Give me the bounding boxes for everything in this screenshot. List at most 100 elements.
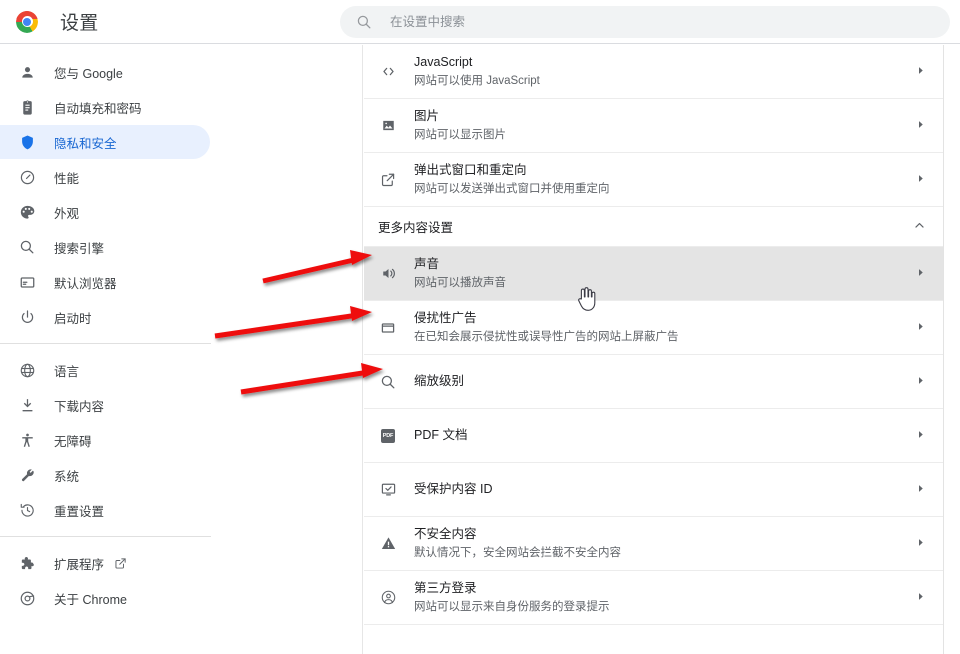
row-subtitle: 默认情况下，安全网站会拦截不安全内容 [414, 547, 621, 559]
sidebar-item-label: 无障碍 [54, 434, 92, 449]
sidebar-group-advanced: 语言 下载内容 无障碍 系统 重置设置 [0, 353, 362, 527]
row-text: PDF 文档 [414, 427, 908, 444]
clipboard-icon [18, 98, 36, 116]
row-text: JavaScript 网站可以使用 JavaScript [414, 54, 908, 89]
sidebar-item-default-browser[interactable]: 默认浏览器 [0, 265, 210, 299]
sidebar-item-label: 默认浏览器 [54, 276, 117, 291]
ad-window-icon [378, 318, 398, 338]
sidebar-item-label: 外观 [54, 206, 80, 221]
sidebar-item-appearance[interactable]: 外观 [0, 195, 210, 229]
pdf-icon: PDF [378, 426, 398, 446]
content-setting-row-zoom-levels[interactable]: 缩放级别 [364, 355, 943, 409]
sidebar-divider-2 [0, 536, 211, 537]
chevron-right-icon [916, 120, 925, 131]
sidebar-item-label: 扩展程序 [54, 557, 105, 572]
sidebar-item-label: 重置设置 [54, 504, 105, 519]
search-area [340, 5, 960, 38]
chevron-right-icon [916, 322, 925, 333]
chevron-up-icon [914, 220, 925, 233]
content-scrollbar-gutter[interactable] [943, 45, 960, 654]
row-subtitle: 网站可以显示来自身份服务的登录提示 [414, 601, 610, 613]
row-subtitle: 网站可以发送弹出式窗口并使用重定向 [414, 183, 610, 195]
sidebar-item-accessibility[interactable]: 无障碍 [0, 423, 210, 457]
sidebar-item-about-chrome[interactable]: 关于 Chrome [0, 581, 210, 615]
row-title: 不安全内容 [414, 527, 477, 541]
sidebar-item-label: 您与 Google [54, 66, 123, 81]
chrome-about-icon [18, 589, 36, 607]
page-title: 设置 [60, 13, 99, 34]
sidebar-item-label: 自动填充和密码 [54, 101, 142, 116]
browser-icon [18, 273, 36, 291]
row-text: 缩放级别 [414, 373, 908, 390]
search-box[interactable] [340, 5, 950, 38]
download-icon [18, 396, 36, 414]
accessibility-icon [18, 431, 36, 449]
row-subtitle: 网站可以播放声音 [414, 277, 506, 289]
brand-area: 设置 [0, 8, 340, 35]
sidebar-item-privacy-security[interactable]: 隐私和安全 [0, 125, 210, 159]
content-settings-list: JavaScript 网站可以使用 JavaScript 图片 网站可以显示图片 [364, 45, 943, 654]
more-content-settings-section-header[interactable]: 更多内容设置 [364, 207, 943, 247]
warning-triangle-icon [378, 534, 398, 554]
chevron-right-icon [916, 592, 925, 603]
image-icon [378, 116, 398, 136]
content-setting-row-intrusive-ads[interactable]: 侵扰性广告 在已知会展示侵扰性或误导性广告的网站上屏蔽广告 [364, 301, 943, 355]
row-text: 声音 网站可以播放声音 [414, 256, 908, 291]
search-icon [356, 14, 372, 30]
gauge-icon [18, 168, 36, 186]
content-setting-row-pdf-documents[interactable]: PDF PDF 文档 [364, 409, 943, 463]
sidebar-item-on-startup[interactable]: 启动时 [0, 300, 210, 334]
row-title: 第三方登录 [414, 581, 477, 595]
zoom-search-icon [378, 372, 398, 392]
row-title: 侵扰性广告 [414, 311, 477, 325]
content-setting-row-sound[interactable]: 声音 网站可以播放声音 [364, 247, 943, 301]
content-setting-row-protected-content-id[interactable]: 受保护内容 ID [364, 463, 943, 517]
search-icon [18, 238, 36, 256]
sidebar-item-downloads[interactable]: 下载内容 [0, 388, 210, 422]
sidebar-item-languages[interactable]: 语言 [0, 353, 210, 387]
sidebar-item-search-engine[interactable]: 搜索引擎 [0, 230, 210, 264]
chevron-right-icon [916, 268, 925, 279]
content-setting-row-popups-redirects[interactable]: 弹出式窗口和重定向 网站可以发送弹出式窗口并使用重定向 [364, 153, 943, 207]
row-text: 受保护内容 ID [414, 481, 908, 498]
chevron-right-icon [916, 376, 925, 387]
sidebar-item-autofill-passwords[interactable]: 自动填充和密码 [0, 90, 210, 124]
sidebar-item-label: 语言 [54, 364, 80, 379]
sidebar-divider-1 [0, 343, 211, 344]
content-setting-row-javascript[interactable]: JavaScript 网站可以使用 JavaScript [364, 45, 943, 99]
history-restore-icon [18, 501, 36, 519]
wrench-icon [18, 466, 36, 484]
row-title: 声音 [414, 257, 440, 271]
row-title: PDF 文档 [414, 428, 468, 442]
person-icon [18, 63, 36, 81]
protected-content-icon [378, 480, 398, 500]
account-circle-icon [378, 588, 398, 608]
sidebar-item-label: 关于 Chrome [54, 592, 127, 607]
content-setting-row-third-party-signin[interactable]: 第三方登录 网站可以显示来自身份服务的登录提示 [364, 571, 943, 625]
chevron-right-icon [916, 430, 925, 441]
sidebar-group-main: 您与 Google 自动填充和密码 隐私和安全 性能 外观 搜索引擎 默认浏览器… [0, 55, 362, 334]
content-setting-row-images[interactable]: 图片 网站可以显示图片 [364, 99, 943, 153]
row-text: 不安全内容 默认情况下，安全网站会拦截不安全内容 [414, 526, 908, 561]
sidebar-item-label: 搜索引擎 [54, 241, 105, 256]
sidebar-item-label: 隐私和安全 [54, 136, 117, 151]
sidebar-item-label: 启动时 [54, 311, 92, 326]
power-icon [18, 308, 36, 326]
sidebar-group-footer: 扩展程序 关于 Chrome [0, 546, 362, 615]
sidebar-item-reset-settings[interactable]: 重置设置 [0, 493, 210, 527]
row-text: 侵扰性广告 在已知会展示侵扰性或误导性广告的网站上屏蔽广告 [414, 310, 908, 345]
chevron-right-icon [916, 484, 925, 495]
sidebar-item-performance[interactable]: 性能 [0, 160, 210, 194]
sidebar-item-you-and-google[interactable]: 您与 Google [0, 55, 210, 89]
popup-redirect-icon [378, 170, 398, 190]
sidebar-item-system[interactable]: 系统 [0, 458, 210, 492]
chevron-right-icon [916, 538, 925, 549]
palette-icon [18, 203, 36, 221]
sidebar-item-label: 下载内容 [54, 399, 105, 414]
chrome-logo-icon [16, 10, 38, 33]
sidebar-item-extensions[interactable]: 扩展程序 [0, 546, 210, 580]
content-setting-row-insecure-content[interactable]: 不安全内容 默认情况下，安全网站会拦截不安全内容 [364, 517, 943, 571]
row-title: 弹出式窗口和重定向 [414, 163, 527, 177]
row-subtitle: 网站可以显示图片 [414, 129, 506, 141]
search-input[interactable] [390, 14, 934, 29]
